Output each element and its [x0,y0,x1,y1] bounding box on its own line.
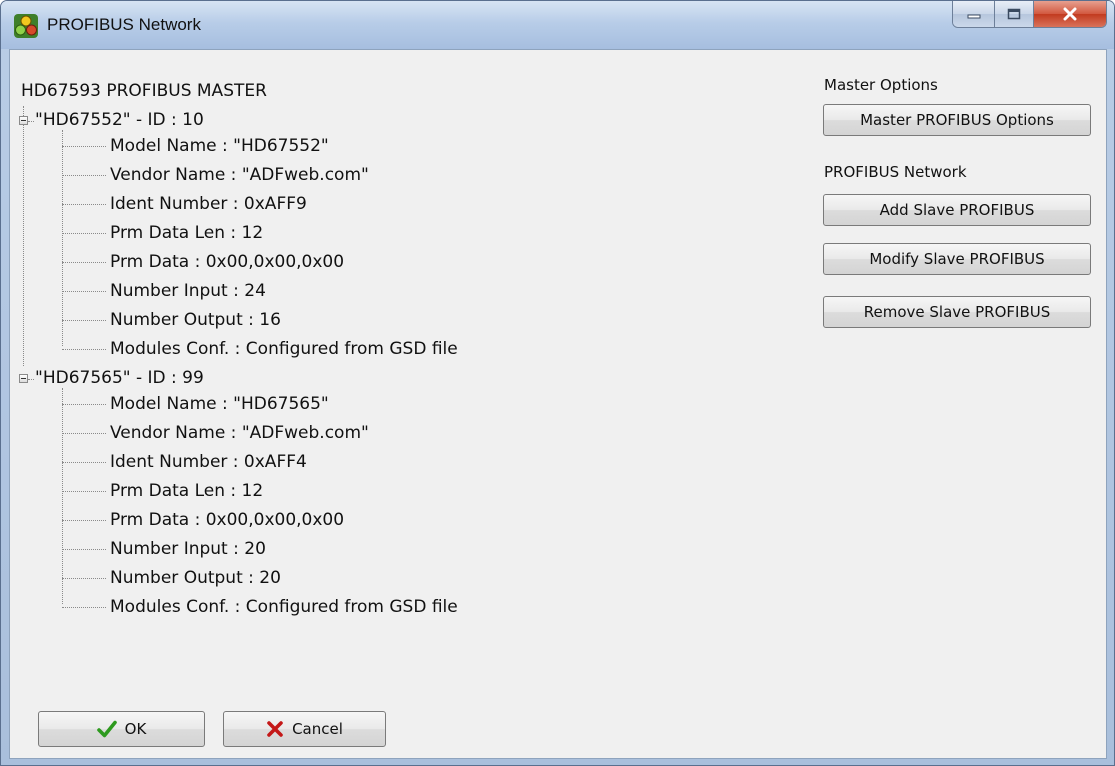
property-text: Prm Data Len : 12 [110,481,264,501]
master-profibus-options-button[interactable]: Master PROFIBUS Options [823,104,1091,136]
cross-icon [267,721,283,737]
tree-slave-node[interactable]: "HD67552" - ID : 10 [35,106,204,135]
title-bar[interactable]: PROFIBUS Network [1,1,1114,49]
profibus-network-label: PROFIBUS Network [824,163,967,181]
tree-property[interactable]: Vendor Name : "ADFweb.com" [110,419,369,448]
tree-connector [62,262,106,263]
tree-property[interactable]: Number Input : 20 [110,535,266,564]
tree-property[interactable]: Ident Number : 0xAFF4 [110,448,307,477]
property-text: Prm Data : 0x00,0x00,0x00 [110,510,345,530]
tree-slave-node[interactable]: "HD67565" - ID : 99 [35,364,204,393]
tree-connector [62,388,63,604]
master-options-label: Master Options [824,76,938,94]
property-text: Modules Conf. : Configured from GSD file [110,597,458,617]
tree-property[interactable]: Prm Data Len : 12 [110,477,263,506]
tree-connector [62,130,63,346]
slave-header: "HD67552" - ID : 10 [35,110,204,130]
property-text: Number Output : 16 [110,310,281,330]
maximize-icon [1007,8,1021,20]
tree-property[interactable]: Number Output : 20 [110,564,281,593]
property-text: Model Name : "HD67552" [110,136,329,156]
tree-connector [62,404,106,405]
tree-property[interactable]: Model Name : "HD67565" [110,390,329,419]
ok-label: OK [124,720,147,738]
tree-collapse-icon[interactable] [19,374,28,383]
tree-connector [28,379,34,380]
property-text: Model Name : "HD67565" [110,394,329,414]
tree-connector [62,204,106,205]
minimize-icon [967,14,981,19]
minimize-button[interactable] [953,1,996,27]
dialog-client-area: HD67593 PROFIBUS MASTER "HD67552" - ID :… [9,49,1107,759]
property-text: Number Input : 24 [110,281,266,301]
close-icon [1063,7,1077,21]
tree-connector [62,578,106,579]
maximize-button[interactable] [995,1,1034,27]
tree-property[interactable]: Modules Conf. : Configured from GSD file [110,335,458,364]
property-text: Modules Conf. : Configured from GSD file [110,339,458,359]
profibus-network-window: PROFIBUS Network HD67593 PROFIBUS MASTER… [0,0,1115,766]
tree-connector [62,146,106,147]
caption-buttons [952,1,1107,28]
tree-root-label: HD67593 PROFIBUS MASTER [21,81,267,101]
tree-property[interactable]: Number Output : 16 [110,306,281,335]
tree-property[interactable]: Prm Data : 0x00,0x00,0x00 [110,248,344,277]
tree-connector [62,491,106,492]
cancel-button[interactable]: Cancel [223,711,386,747]
network-nodes-icon [14,14,38,38]
tree-property[interactable]: Prm Data : 0x00,0x00,0x00 [110,506,344,535]
tree-connector [62,607,106,608]
tree-root-node[interactable]: HD67593 PROFIBUS MASTER [21,77,267,106]
tree-connector [23,106,24,366]
tree-property[interactable]: Vendor Name : "ADFweb.com" [110,161,369,190]
tree-connector [62,433,106,434]
remove-slave-button[interactable]: Remove Slave PROFIBUS [823,296,1091,328]
tree-property[interactable]: Modules Conf. : Configured from GSD file [110,593,458,622]
tree-property[interactable]: Prm Data Len : 12 [110,219,263,248]
property-text: Prm Data : 0x00,0x00,0x00 [110,252,345,272]
tree-property[interactable]: Ident Number : 0xAFF9 [110,190,307,219]
checkmark-icon [96,720,117,738]
slave-header: "HD67565" - ID : 99 [35,368,204,388]
tree-connector [62,520,106,521]
ok-button[interactable]: OK [38,711,205,747]
property-text: Vendor Name : "ADFweb.com" [110,165,369,185]
tree-connector [62,320,106,321]
add-slave-button[interactable]: Add Slave PROFIBUS [823,194,1091,226]
profibus-tree-view[interactable]: HD67593 PROFIBUS MASTER "HD67552" - ID :… [10,50,810,690]
tree-connector [62,462,106,463]
window-title: PROFIBUS Network [47,15,201,34]
tree-property[interactable]: Model Name : "HD67552" [110,132,329,161]
tree-connector [62,549,106,550]
property-text: Number Output : 20 [110,568,281,588]
cancel-label: Cancel [292,720,343,738]
property-text: Ident Number : 0xAFF9 [110,194,307,214]
tree-connector [62,291,106,292]
tree-connector [62,349,106,350]
tree-property[interactable]: Number Input : 24 [110,277,266,306]
property-text: Prm Data Len : 12 [110,223,264,243]
property-text: Number Input : 20 [110,539,266,559]
tree-connector [62,175,106,176]
modify-slave-button[interactable]: Modify Slave PROFIBUS [823,243,1091,275]
property-text: Vendor Name : "ADFweb.com" [110,423,369,443]
close-button[interactable] [1033,1,1106,27]
tree-connector [28,121,34,122]
tree-connector [62,233,106,234]
tree-collapse-icon[interactable] [19,116,28,125]
property-text: Ident Number : 0xAFF4 [110,452,307,472]
